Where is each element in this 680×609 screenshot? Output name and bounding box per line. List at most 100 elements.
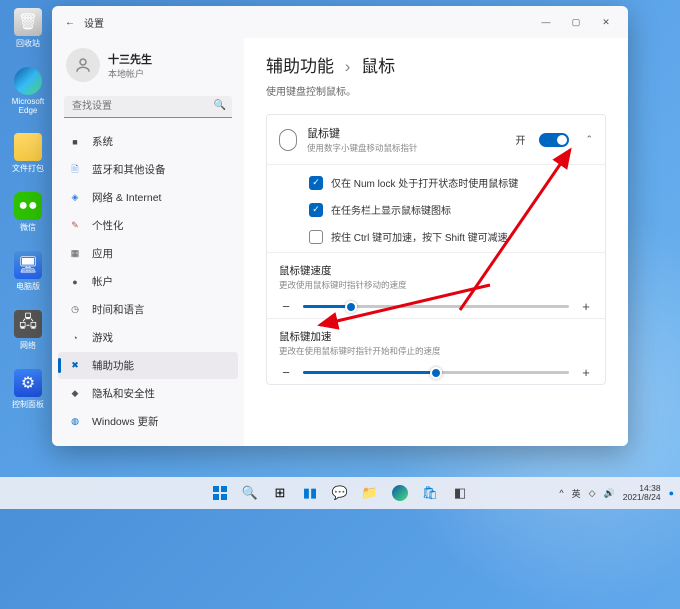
search-box[interactable]: 🔍 (64, 96, 232, 118)
check-ctrlshift-row: 按住 Ctrl 键可加速，按下 Shift 键可减速 (309, 223, 593, 250)
settings-window: ← 设置 — ▢ ✕ 十三先生 本地帐户 🔍 ■系统 🖹 蓝牙和其他设备 ◈ 网络 & … (52, 6, 628, 446)
nav-icon: ● (68, 275, 82, 289)
nav-item-4[interactable]: ▦ 应用 (58, 240, 238, 267)
collapse-chevron-icon[interactable]: ⌃ (585, 134, 593, 145)
mousekeys-card: 鼠标键 使用数字小键盘移动鼠标指针 开 ⌃ ✓ 仅在 Num lock 处于打开… (266, 114, 606, 385)
maximize-button[interactable]: ▢ (562, 10, 590, 34)
check-taskbar-icon[interactable]: ✓ (309, 203, 323, 217)
speed-slider[interactable] (303, 305, 569, 308)
taskbar-search-icon[interactable]: 🔍 (237, 480, 263, 506)
nav-label: 应用 (92, 246, 113, 261)
main-content: 辅助功能 › 鼠标 使用键盘控制鼠标。 鼠标键 使用数字小键盘移动鼠标指针 开 … (244, 38, 628, 446)
crumb-leaf: 鼠标 (361, 57, 395, 76)
tray-chevron-icon[interactable]: ^ (559, 488, 563, 498)
nav-label: 网络 & Internet (92, 190, 161, 205)
accel-decrease[interactable]: − (279, 365, 293, 380)
desktop-icon-network[interactable]: 🖧网络 (8, 310, 48, 351)
nav-item-10[interactable]: ◍Windows 更新 (58, 408, 238, 435)
back-button[interactable]: ← (60, 17, 80, 28)
crumb-sep: › (345, 57, 351, 76)
avatar (66, 48, 100, 82)
tray-volume-icon[interactable]: 🔊 (604, 488, 615, 499)
mousekeys-options: ✓ 仅在 Num lock 处于打开状态时使用鼠标键 ✓ 在任务栏上显示鼠标键图… (267, 164, 605, 252)
taskbar-edge-icon[interactable] (387, 480, 413, 506)
speed-sub: 更改使用鼠标键时指针移动的速度 (279, 279, 593, 291)
sidebar: 十三先生 本地帐户 🔍 ■系统 🖹 蓝牙和其他设备 ◈ 网络 & Internet ✎ 个性… (52, 38, 244, 446)
accel-slider[interactable] (303, 371, 569, 374)
nav-icon: ◍ (68, 415, 82, 429)
taskbar-center: 🔍 ⊞ ▮▮ 💬 📁 🛍 ◧ (207, 480, 473, 506)
tray-clock[interactable]: 14:38 2021/8/24 (623, 484, 661, 503)
profile-name: 十三先生 (108, 51, 152, 67)
desktop-icon-wechat[interactable]: ●●微信 (8, 192, 48, 233)
nav-item-0[interactable]: ■系统 (58, 128, 238, 155)
desktop-icon-thispc[interactable]: 🖥电脑版 (8, 251, 48, 292)
nav-item-3[interactable]: ✎ 个性化 (58, 212, 238, 239)
taskbar: 🔍 ⊞ ▮▮ 💬 📁 🛍 ◧ ^ 英 ◇ 🔊 14:38 2021/8/24 ● (0, 477, 680, 509)
nav-item-5[interactable]: ● 帐户 (58, 268, 238, 295)
window-title: 设置 (84, 15, 532, 30)
nav-label: 时间和语言 (92, 302, 145, 317)
taskbar-chat-icon[interactable]: 💬 (327, 480, 353, 506)
check-numlock-label: 仅在 Num lock 处于打开状态时使用鼠标键 (331, 175, 518, 190)
check-taskbar-label: 在任务栏上显示鼠标键图标 (331, 202, 451, 217)
start-button[interactable] (207, 480, 233, 506)
nav-label: 隐私和安全性 (92, 386, 155, 401)
desktop-icon-recycle[interactable]: 🗑回收站 (8, 8, 48, 49)
taskbar-app-icon[interactable]: ◧ (447, 480, 473, 506)
check-ctrlshift[interactable] (309, 230, 323, 244)
check-numlock[interactable]: ✓ (309, 176, 323, 190)
system-tray: ^ 英 ◇ 🔊 14:38 2021/8/24 ● (559, 484, 674, 503)
desktop-icon-control[interactable]: ⚙控制面板 (8, 369, 48, 410)
taskbar-widgets-icon[interactable]: ▮▮ (297, 480, 323, 506)
nav-label: 蓝牙和其他设备 (92, 162, 166, 177)
close-button[interactable]: ✕ (592, 10, 620, 34)
nav-icon: ◈ (68, 191, 82, 205)
check-taskbar-row: ✓ 在任务栏上显示鼠标键图标 (309, 196, 593, 223)
nav-item-7[interactable]: ◔ 游戏 (58, 324, 238, 351)
nav-icon: ✎ (68, 219, 82, 233)
nav-icon: ◔ (68, 331, 82, 345)
nav-item-8[interactable]: ✖辅助功能 (58, 352, 238, 379)
nav-icon: ✖ (68, 359, 82, 373)
nav-label: 游戏 (92, 330, 113, 345)
nav-icon: ◆ (68, 387, 82, 401)
nav-item-6[interactable]: ◷ 时间和语言 (58, 296, 238, 323)
nav-label: 系统 (92, 134, 113, 149)
mousekeys-title: 鼠标键 (307, 125, 505, 141)
search-input[interactable] (64, 96, 232, 118)
taskbar-taskview-icon[interactable]: ⊞ (267, 480, 293, 506)
nav-item-1[interactable]: 🖹 蓝牙和其他设备 (58, 156, 238, 183)
toggle-state-label: 开 (515, 132, 525, 147)
nav-label: 个性化 (92, 218, 124, 233)
crumb-parent[interactable]: 辅助功能 (266, 57, 334, 76)
desktop-icons: 🗑回收站 Microsoft Edge 文件打包 ●●微信 🖥电脑版 🖧网络 ⚙… (8, 8, 48, 410)
breadcrumb: 辅助功能 › 鼠标 (266, 52, 606, 77)
profile[interactable]: 十三先生 本地帐户 (58, 42, 238, 88)
desktop-icon-folder[interactable]: 文件打包 (8, 133, 48, 174)
search-icon: 🔍 (214, 100, 226, 111)
speed-block: 鼠标键速度 更改使用鼠标键时指针移动的速度 − + (267, 252, 605, 318)
desktop-icon-edge[interactable]: Microsoft Edge (8, 67, 48, 115)
tray-notification-icon[interactable]: ● (669, 488, 674, 498)
tray-ime[interactable]: 英 (572, 487, 581, 500)
nav-item-9[interactable]: ◆ 隐私和安全性 (58, 380, 238, 407)
accel-sub: 更改在使用鼠标键时指针开始和停止的速度 (279, 345, 593, 357)
taskbar-store-icon[interactable]: 🛍 (417, 480, 443, 506)
nav-icon: 🖹 (68, 163, 82, 177)
mousekeys-sub: 使用数字小键盘移动鼠标指针 (307, 142, 505, 154)
nav: ■系统 🖹 蓝牙和其他设备 ◈ 网络 & Internet ✎ 个性化 ▦ 应用 ● 帐户 ◷ 时间和语… (58, 128, 238, 436)
accel-increase[interactable]: + (579, 365, 593, 380)
nav-item-2[interactable]: ◈ 网络 & Internet (58, 184, 238, 211)
nav-icon: ◷ (68, 303, 82, 317)
speed-decrease[interactable]: − (279, 299, 293, 314)
nav-label: 帐户 (92, 274, 113, 289)
nav-icon: ▦ (68, 247, 82, 261)
tray-network-icon[interactable]: ◇ (589, 488, 596, 499)
mousekeys-toggle[interactable] (539, 133, 569, 147)
speed-increase[interactable]: + (579, 299, 593, 314)
minimize-button[interactable]: — (532, 10, 560, 34)
check-ctrlshift-label: 按住 Ctrl 键可加速，按下 Shift 键可减速 (331, 229, 508, 244)
mousekeys-row: 鼠标键 使用数字小键盘移动鼠标指针 开 ⌃ (267, 115, 605, 164)
taskbar-explorer-icon[interactable]: 📁 (357, 480, 383, 506)
